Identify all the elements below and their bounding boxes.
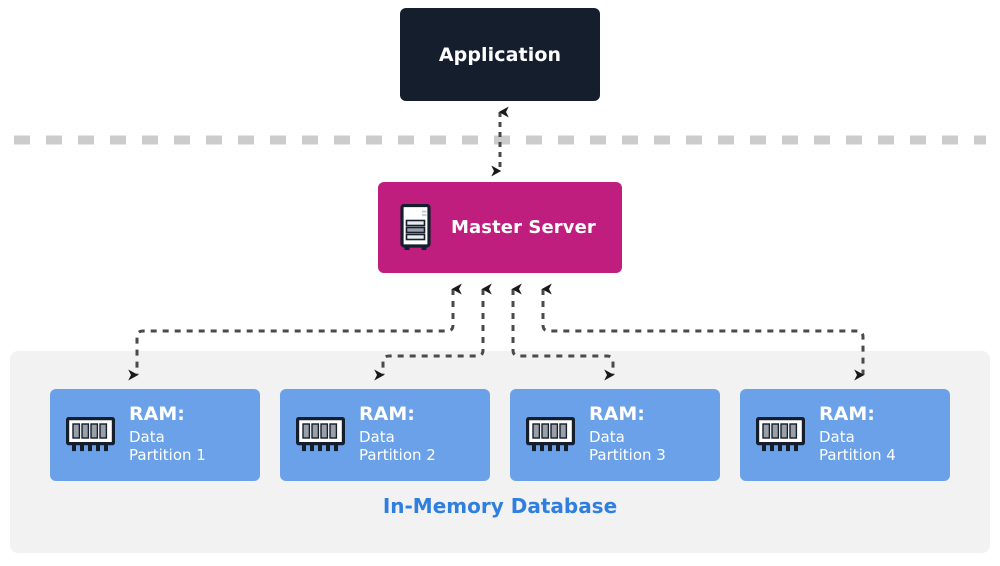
ram-line1-2: Data <box>359 427 395 446</box>
application-node[interactable]: Application <box>400 8 600 101</box>
ram-partition-node-1[interactable]: RAM: Data Partition 1 <box>50 389 260 481</box>
diagram-canvas: Application Master Server RAM: Data Part… <box>0 0 1000 566</box>
memory-stick-icon <box>66 417 115 453</box>
ram-line1-1: Data <box>129 427 165 446</box>
ram-line2-2: Partition 2 <box>359 445 436 464</box>
server-tower-icon <box>400 203 431 252</box>
ram-line2-3: Partition 3 <box>589 445 666 464</box>
ram-partition-text-3: RAM: Data Partition 3 <box>589 402 666 466</box>
memory-stick-icon <box>756 417 805 453</box>
ram-partition-node-3[interactable]: RAM: Data Partition 3 <box>510 389 720 481</box>
ram-title-3: RAM: <box>589 402 645 425</box>
ram-title-1: RAM: <box>129 402 185 425</box>
ram-partition-node-2[interactable]: RAM: Data Partition 2 <box>280 389 490 481</box>
ram-line1-4: Data <box>819 427 855 446</box>
ram-partition-text-4: RAM: Data Partition 4 <box>819 402 896 466</box>
master-server-node[interactable]: Master Server <box>378 182 622 273</box>
master-server-label: Master Server <box>451 217 596 238</box>
ram-partition-node-4[interactable]: RAM: Data Partition 4 <box>740 389 950 481</box>
memory-stick-icon <box>296 417 345 453</box>
ram-title-2: RAM: <box>359 402 415 425</box>
ram-line1-3: Data <box>589 427 625 446</box>
ram-partition-text-1: RAM: Data Partition 1 <box>129 402 206 466</box>
ram-line2-1: Partition 1 <box>129 445 206 464</box>
ram-title-4: RAM: <box>819 402 875 425</box>
memory-stick-icon <box>526 417 575 453</box>
ram-line2-4: Partition 4 <box>819 445 896 464</box>
application-label: Application <box>438 43 562 66</box>
in-memory-database-caption: In-Memory Database <box>382 494 618 518</box>
ram-partition-text-2: RAM: Data Partition 2 <box>359 402 436 466</box>
